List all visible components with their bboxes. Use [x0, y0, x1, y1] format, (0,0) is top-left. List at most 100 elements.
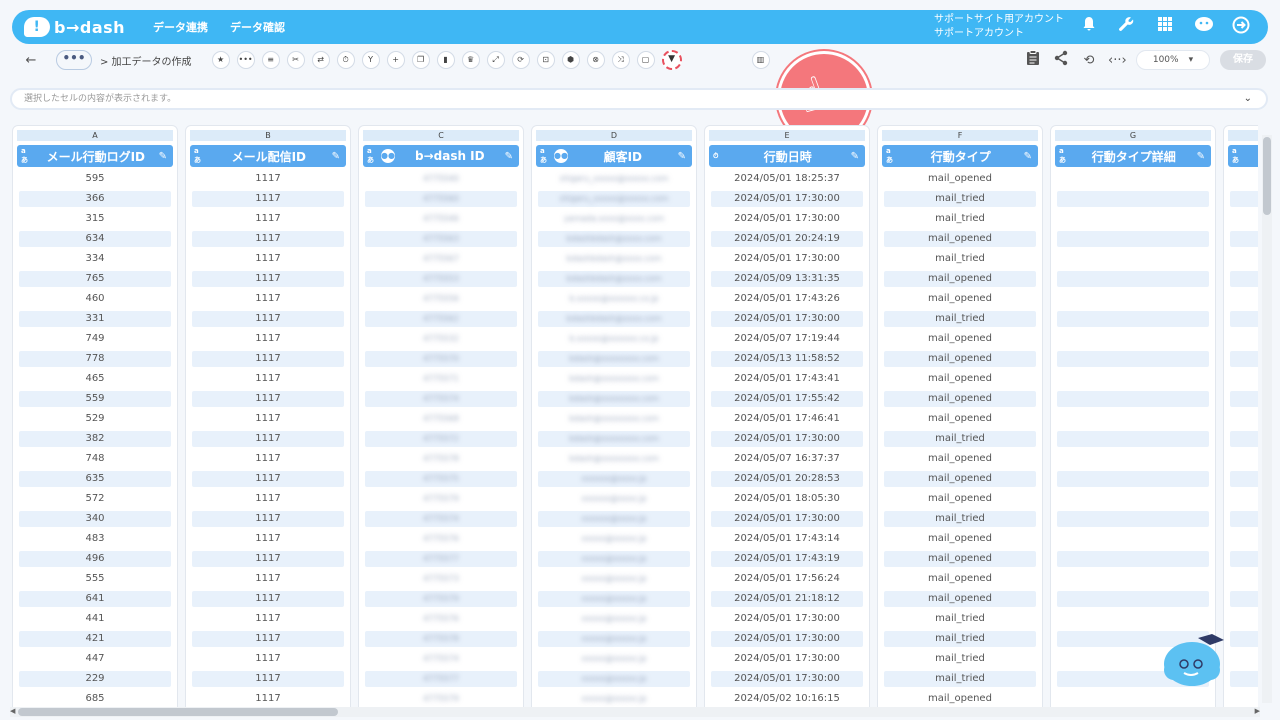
table-cell[interactable]: 340 [19, 511, 171, 527]
table-cell[interactable]: 496 [19, 551, 171, 567]
table-cell[interactable] [1057, 251, 1209, 267]
table-cell[interactable] [1057, 331, 1209, 347]
table-cell[interactable]: 2024/05/07 16:37:37 [711, 451, 863, 467]
table-cell[interactable]: mail_opened [884, 391, 1036, 407]
table-cell[interactable]: mail_tried [884, 431, 1036, 447]
table-cell[interactable]: bdash@xxxxxxxx.com [538, 371, 690, 387]
table-cell[interactable] [1057, 411, 1209, 427]
table-cell[interactable]: mail_opened [884, 571, 1036, 587]
column-letter[interactable]: G [1055, 130, 1211, 141]
table-cell[interactable] [1230, 531, 1258, 547]
table-cell[interactable]: 1117 [192, 271, 344, 287]
back-button[interactable]: ← [20, 53, 42, 68]
table-cell[interactable] [1057, 211, 1209, 227]
table-cell[interactable] [1230, 451, 1258, 467]
swap-icon[interactable]: ⇄ [311, 51, 330, 69]
table-cell[interactable]: mail_opened [884, 411, 1036, 427]
table-cell[interactable]: 1117 [192, 431, 344, 447]
table-cell[interactable]: 4775570 [365, 351, 517, 367]
table-cell[interactable]: 2024/05/01 17:30:00 [711, 191, 863, 207]
more-menu-button[interactable]: ••• [56, 50, 92, 70]
table-cell[interactable]: 2024/05/01 17:30:00 [711, 651, 863, 667]
table-cell[interactable]: xxxxx@xxxxx.jp [538, 551, 690, 567]
table-cell[interactable]: 765 [19, 271, 171, 287]
table-cell[interactable]: mail_opened [884, 551, 1036, 567]
table-cell[interactable]: mail_tried [884, 511, 1036, 527]
table-cell[interactable]: 2024/05/01 17:30:00 [711, 611, 863, 627]
column-header[interactable]: a あ メール配信ID ✎ [190, 145, 346, 167]
bell-icon[interactable] [1080, 16, 1098, 39]
table-cell[interactable]: 572 [19, 491, 171, 507]
table-cell[interactable]: 1117 [192, 571, 344, 587]
filter-icon[interactable]: ▼ [661, 50, 682, 70]
table-cell[interactable]: 2024/05/09 13:31:35 [711, 271, 863, 287]
table-cell[interactable]: 1117 [192, 411, 344, 427]
timer-icon[interactable]: ⏱ [336, 51, 355, 69]
frame-icon[interactable]: ▢ [636, 51, 655, 69]
table-cell[interactable]: 4775579 [365, 491, 517, 507]
table-cell[interactable]: 4775574 [365, 651, 517, 667]
table-cell[interactable] [1057, 551, 1209, 567]
table-cell[interactable] [1057, 531, 1209, 547]
table-cell[interactable]: mail_opened [884, 691, 1036, 707]
table-cell[interactable]: mail_opened [884, 291, 1036, 307]
table-cell[interactable]: 2024/05/01 18:25:37 [711, 171, 863, 187]
table-cell[interactable]: b.xxxxx@xxxxxx.co.jp [538, 331, 690, 347]
table-cell[interactable]: 4775567 [365, 251, 517, 267]
shuffle-icon[interactable]: ⤨ [611, 51, 630, 69]
table-cell[interactable]: 4775562 [365, 311, 517, 327]
table-cell[interactable]: 483 [19, 531, 171, 547]
table-cell[interactable]: mail_opened [884, 371, 1036, 387]
table-cell[interactable]: 1117 [192, 171, 344, 187]
support-chat-icon[interactable] [1194, 16, 1213, 39]
table-cell[interactable] [1230, 291, 1258, 307]
table-cell[interactable]: xxxxx@xxxxx.jp [538, 691, 690, 707]
table-cell[interactable]: 2024/05/13 11:58:52 [711, 351, 863, 367]
lock-icon[interactable]: ⊡ [536, 51, 555, 69]
column-header[interactable]: a あ メール行動ログID ✎ [17, 145, 173, 167]
table-cell[interactable]: 641 [19, 591, 171, 607]
column-header[interactable]: a あ 行動タイプ ✎ [882, 145, 1038, 167]
table-cell[interactable]: 460 [19, 291, 171, 307]
table-cell[interactable]: 4775563 [365, 231, 517, 247]
table-cell[interactable]: 2024/05/01 20:28:53 [711, 471, 863, 487]
table-cell[interactable] [1230, 191, 1258, 207]
add-icon[interactable]: + [386, 51, 405, 69]
column-letter[interactable]: E [709, 130, 865, 141]
table-cell[interactable]: bdash@xxxxxxxx.com [538, 451, 690, 467]
table-cell[interactable]: mail_tried [884, 251, 1036, 267]
table-cell[interactable] [1230, 491, 1258, 507]
table-cell[interactable]: bdashbdash@xxxx.com [538, 271, 690, 287]
code-icon[interactable]: ‹··› [1108, 53, 1127, 68]
table-cell[interactable]: 1117 [192, 651, 344, 667]
merge-icon[interactable]: Y [361, 51, 380, 69]
table-cell[interactable] [1057, 471, 1209, 487]
table-cell[interactable]: 685 [19, 691, 171, 707]
table-cell[interactable]: 1117 [192, 331, 344, 347]
table-cell[interactable]: 4775579 [365, 691, 517, 707]
table-cell[interactable] [1057, 231, 1209, 247]
table-cell[interactable]: 2024/05/01 17:43:19 [711, 551, 863, 567]
table-cell[interactable]: bdash@xxxxxxxx.com [538, 411, 690, 427]
scroll-left-icon[interactable]: ◀ [10, 707, 15, 715]
table-cell[interactable]: 2024/05/01 17:30:00 [711, 431, 863, 447]
column-header[interactable]: a あ ●● b→dash ID ✎ [363, 145, 519, 167]
column-letter[interactable]: D [536, 130, 692, 141]
table-cell[interactable]: 4775575 [365, 471, 517, 487]
table-cell[interactable]: bdashbdash@xxxx.com [538, 311, 690, 327]
table-cell[interactable]: b.xxxxx@xxxxxx.co.jp [538, 291, 690, 307]
table-cell[interactable] [1230, 351, 1258, 367]
table-cell[interactable] [1057, 291, 1209, 307]
table-cell[interactable] [1057, 171, 1209, 187]
table-cell[interactable] [1230, 251, 1258, 267]
share-icon[interactable] [1052, 50, 1070, 70]
repeat-icon[interactable]: ⟳ [511, 51, 530, 69]
table-cell[interactable]: 4775574 [365, 511, 517, 527]
table-cell[interactable] [1230, 211, 1258, 227]
column-letter[interactable] [1228, 130, 1258, 141]
table-cell[interactable]: 1117 [192, 691, 344, 707]
package-icon[interactable]: ⬢ [561, 51, 580, 69]
edit-pencil-icon[interactable]: ✎ [851, 151, 859, 162]
table-cell[interactable]: 4775577 [365, 671, 517, 687]
table-cell[interactable]: bdash@xxxxxxxx.com [538, 431, 690, 447]
